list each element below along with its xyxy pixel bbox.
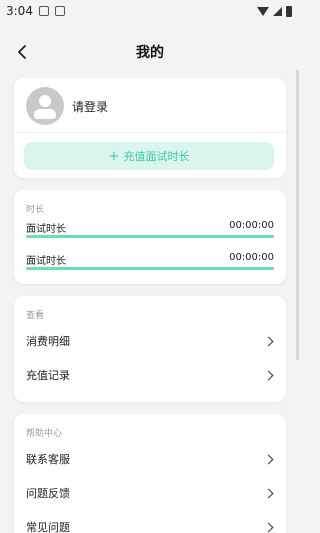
time-row-name: 面试时长 (26, 256, 66, 267)
chevron-right-icon (263, 522, 274, 532)
signal-icon (273, 6, 282, 16)
chevron-right-icon (263, 488, 274, 498)
gallery-icon (38, 6, 49, 16)
notification-icon (54, 6, 65, 16)
plus-icon: + (108, 148, 120, 164)
clock: 3:04 (6, 4, 33, 18)
list-item-label: 消费明细 (26, 335, 70, 348)
time-progress-fill (26, 235, 274, 238)
help-card: 帮助中心 联系客服 问题反馈 常见问题 (14, 414, 286, 533)
feedback-item[interactable]: 问题反馈 (26, 476, 276, 510)
back-button[interactable] (10, 40, 34, 64)
time-progress-bar (26, 267, 274, 270)
list-item-label: 充值记录 (26, 369, 70, 382)
recharge-label: 充值面试时长 (123, 150, 190, 163)
nav-bar: 我的 (0, 34, 300, 70)
chevron-right-icon (263, 336, 274, 346)
list-item-label: 联系客服 (26, 453, 70, 466)
profile-card: 请登录 + 充值面试时长 (14, 78, 286, 178)
wifi-icon (257, 6, 269, 16)
recharge-record-item[interactable]: 充值记录 (26, 358, 276, 392)
faq-item[interactable]: 常见问题 (26, 510, 276, 533)
list-item-label: 问题反馈 (26, 487, 70, 500)
recharge-button[interactable]: + 充值面试时长 (24, 142, 274, 170)
list-item-label: 常见问题 (26, 521, 70, 533)
time-card: 时长 面试时长 00:00:00 面试时长 00:00:00 (14, 190, 286, 284)
time-row-name: 面试时长 (26, 224, 66, 235)
arrow-left-icon (18, 45, 26, 59)
contact-support-item[interactable]: 联系客服 (26, 442, 276, 476)
status-bar-right (257, 5, 292, 17)
time-row: 面试时长 00:00:00 (26, 218, 274, 242)
scrollbar[interactable] (296, 70, 299, 360)
time-progress-fill (26, 267, 274, 270)
time-row-value: 00:00:00 (229, 220, 274, 231)
divider (14, 132, 286, 133)
avatar-head (39, 95, 51, 107)
time-row-value: 00:00:00 (229, 252, 274, 263)
battery-icon (286, 5, 292, 17)
chevron-right-icon (263, 454, 274, 464)
chevron-right-icon (263, 370, 274, 380)
avatar (26, 87, 64, 125)
status-bar-left: 3:04 (6, 4, 65, 18)
avatar-body (34, 109, 56, 119)
login-row[interactable]: 请登录 (26, 86, 108, 126)
time-row: 面试时长 00:00:00 (26, 250, 274, 274)
view-section-label: 查看 (26, 311, 45, 321)
consumption-detail-item[interactable]: 消费明细 (26, 324, 276, 358)
page-title: 我的 (136, 45, 164, 61)
time-progress-bar (26, 235, 274, 238)
help-section-label: 帮助中心 (26, 429, 63, 439)
login-text: 请登录 (72, 99, 109, 114)
time-section-label: 时长 (26, 205, 45, 215)
status-bar: 3:04 (0, 0, 300, 22)
view-card: 查看 消费明细 充值记录 (14, 296, 286, 402)
